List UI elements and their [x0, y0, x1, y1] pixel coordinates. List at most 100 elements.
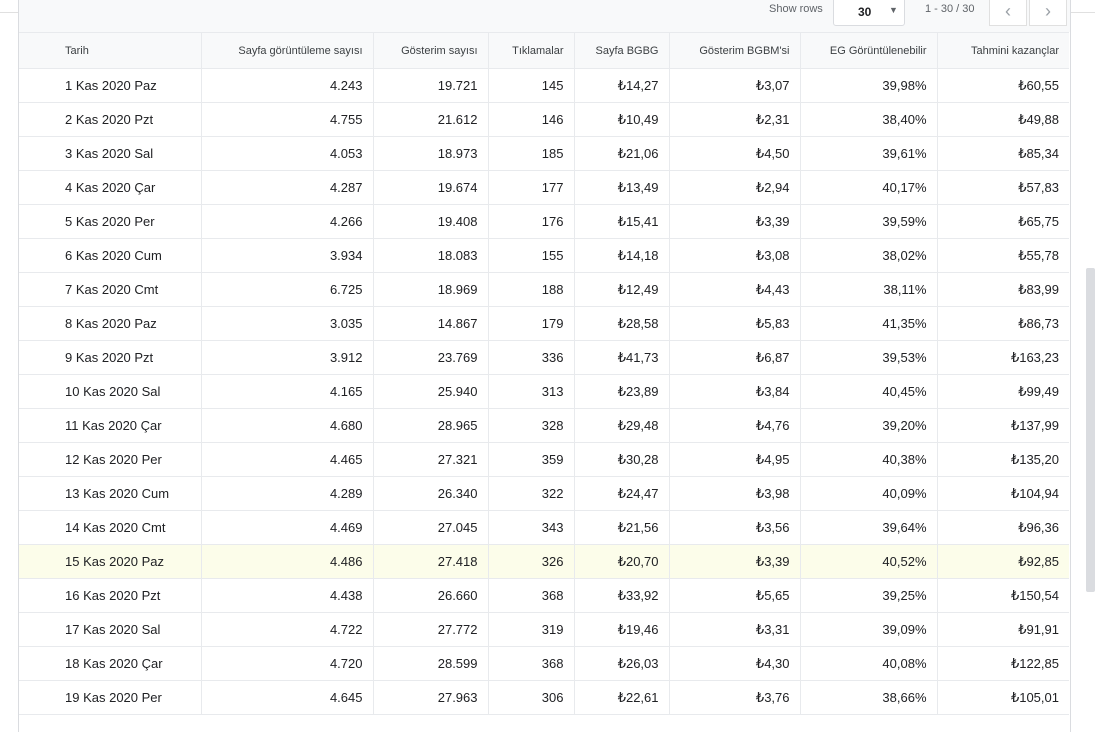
cell-impression-rpm: ₺5,65 — [669, 578, 801, 613]
cell-viewable: 39,61% — [800, 136, 938, 171]
next-page-button[interactable]: › — [1029, 0, 1067, 26]
cell-earnings: ₺137,99 — [937, 408, 1069, 443]
cell-page-views: 4.465 — [201, 442, 374, 477]
table-row[interactable]: 6 Kas 2020 Cum 3.934 18.083 155 ₺14,18 ₺3,08 3… — [19, 238, 1069, 273]
table-row[interactable]: 15 Kas 2020 Paz 4.486 27.418 326 ₺20,70 ₺3,39… — [19, 544, 1069, 579]
cell-page-rpm: ₺20,70 — [574, 544, 670, 579]
cell-clicks: 145 — [488, 68, 575, 103]
cell-impression-rpm: ₺6,87 — [669, 340, 801, 375]
vertical-scrollbar[interactable] — [1086, 268, 1095, 592]
cell-viewable: 38,02% — [800, 238, 938, 273]
cell-page-rpm: ₺22,61 — [574, 680, 670, 715]
cell-viewable: 39,09% — [800, 612, 938, 647]
cell-impressions: 18.969 — [373, 272, 489, 307]
cell-page-rpm: ₺12,49 — [574, 272, 670, 307]
table-row[interactable]: 11 Kas 2020 Çar 4.680 28.965 328 ₺29,48 ₺4,76… — [19, 408, 1069, 443]
cell-page-views: 4.486 — [201, 544, 374, 579]
cell-impressions: 18.973 — [373, 136, 489, 171]
cell-clicks: 185 — [488, 136, 575, 171]
table-row[interactable]: 2 Kas 2020 Pzt 4.755 21.612 146 ₺10,49 ₺2,31 3… — [19, 102, 1069, 137]
cell-impressions: 28.965 — [373, 408, 489, 443]
cell-date: 6 Kas 2020 Cum — [19, 238, 202, 273]
cell-page-rpm: ₺28,58 — [574, 306, 670, 341]
column-header-impressions[interactable]: Gösterim sayısı — [373, 32, 489, 69]
page-range-text: 1 - 30 / 30 — [925, 3, 975, 15]
column-header-page-rpm[interactable]: Sayfa BGBG — [574, 32, 670, 69]
cell-impressions: 26.340 — [373, 476, 489, 511]
cell-impression-rpm: ₺3,31 — [669, 612, 801, 647]
table-row[interactable]: 4 Kas 2020 Çar 4.287 19.674 177 ₺13,49 ₺2,94 4… — [19, 170, 1069, 205]
cell-impression-rpm: ₺2,31 — [669, 102, 801, 137]
table-row[interactable]: 19 Kas 2020 Per 4.645 27.963 306 ₺22,61 ₺3,76… — [19, 680, 1069, 715]
cell-viewable: 40,45% — [800, 374, 938, 409]
column-header-active-view-viewable[interactable]: EG Görüntülenebilir — [800, 32, 938, 69]
cell-clicks: 368 — [488, 578, 575, 613]
column-header-clicks[interactable]: Tıklamalar — [488, 32, 575, 69]
cell-impression-rpm: ₺3,56 — [669, 510, 801, 545]
cell-date: 16 Kas 2020 Pzt — [19, 578, 202, 613]
cell-page-rpm: ₺15,41 — [574, 204, 670, 239]
table-row[interactable]: 5 Kas 2020 Per 4.266 19.408 176 ₺15,41 ₺3,39 3… — [19, 204, 1069, 239]
column-header-page-views[interactable]: Sayfa görüntüleme sayısı — [201, 32, 374, 69]
cell-impressions: 26.660 — [373, 578, 489, 613]
table-row[interactable]: 16 Kas 2020 Pzt 4.438 26.660 368 ₺33,92 ₺5,65… — [19, 578, 1069, 613]
cell-viewable: 39,59% — [800, 204, 938, 239]
table-row[interactable]: 9 Kas 2020 Pzt 3.912 23.769 336 ₺41,73 ₺6,87 3… — [19, 340, 1069, 375]
cell-impression-rpm: ₺4,30 — [669, 646, 801, 681]
cell-impressions: 27.045 — [373, 510, 489, 545]
column-header-date[interactable]: Tarih — [19, 32, 202, 69]
cell-page-rpm: ₺26,03 — [574, 646, 670, 681]
cell-impressions: 19.674 — [373, 170, 489, 205]
cell-earnings: ₺96,36 — [937, 510, 1069, 545]
cell-clicks: 343 — [488, 510, 575, 545]
pagination-bar: Show rows 30 ▼ 1 - 30 / 30 ‹ › — [19, 0, 1070, 32]
cell-page-views: 4.287 — [201, 170, 374, 205]
cell-earnings: ₺86,73 — [937, 306, 1069, 341]
cell-impressions: 27.772 — [373, 612, 489, 647]
column-header-impression-rpm[interactable]: Gösterim BGBM'si — [669, 32, 801, 69]
cell-date: 14 Kas 2020 Cmt — [19, 510, 202, 545]
table-row[interactable]: 10 Kas 2020 Sal 4.165 25.940 313 ₺23,89 ₺3,84… — [19, 374, 1069, 409]
cell-page-views: 4.165 — [201, 374, 374, 409]
cell-viewable: 39,53% — [800, 340, 938, 375]
table-row[interactable]: 1 Kas 2020 Paz 4.243 19.721 145 ₺14,27 ₺3,07 3… — [19, 68, 1069, 103]
cell-clicks: 306 — [488, 680, 575, 715]
cell-page-rpm: ₺19,46 — [574, 612, 670, 647]
report-panel: Show rows 30 ▼ 1 - 30 / 30 ‹ › Tarih Say… — [18, 0, 1071, 732]
cell-page-views: 4.289 — [201, 476, 374, 511]
cell-page-views: 3.934 — [201, 238, 374, 273]
table-row[interactable]: 12 Kas 2020 Per 4.465 27.321 359 ₺30,28 ₺4,95… — [19, 442, 1069, 477]
column-header-estimated-earnings[interactable]: Tahmini kazançlar — [937, 32, 1069, 69]
table-row[interactable]: 13 Kas 2020 Cum 4.289 26.340 322 ₺24,47 ₺3,98… — [19, 476, 1069, 511]
cell-impressions: 27.418 — [373, 544, 489, 579]
cell-page-views: 4.243 — [201, 68, 374, 103]
rows-per-page-select[interactable]: 30 ▼ — [833, 0, 905, 26]
cell-page-views: 4.680 — [201, 408, 374, 443]
cell-clicks: 336 — [488, 340, 575, 375]
cell-clicks: 179 — [488, 306, 575, 341]
cell-earnings: ₺65,75 — [937, 204, 1069, 239]
cell-impression-rpm: ₺4,50 — [669, 136, 801, 171]
cell-date: 18 Kas 2020 Çar — [19, 646, 202, 681]
cell-viewable: 38,40% — [800, 102, 938, 137]
cell-viewable: 38,66% — [800, 680, 938, 715]
table-row[interactable]: 14 Kas 2020 Cmt 4.469 27.045 343 ₺21,56 ₺3,56… — [19, 510, 1069, 545]
table-row[interactable]: 17 Kas 2020 Sal 4.722 27.772 319 ₺19,46 ₺3,31… — [19, 612, 1069, 647]
cell-viewable: 40,17% — [800, 170, 938, 205]
table-row[interactable]: 3 Kas 2020 Sal 4.053 18.973 185 ₺21,06 ₺4,50 3… — [19, 136, 1069, 171]
cell-page-rpm: ₺10,49 — [574, 102, 670, 137]
table-row[interactable]: 8 Kas 2020 Paz 3.035 14.867 179 ₺28,58 ₺5,83 4… — [19, 306, 1069, 341]
cell-impression-rpm: ₺3,76 — [669, 680, 801, 715]
cell-date: 11 Kas 2020 Çar — [19, 408, 202, 443]
cell-page-views: 4.469 — [201, 510, 374, 545]
cell-impressions: 19.721 — [373, 68, 489, 103]
cell-clicks: 176 — [488, 204, 575, 239]
cell-clicks: 146 — [488, 102, 575, 137]
cell-earnings: ₺60,55 — [937, 68, 1069, 103]
previous-page-button[interactable]: ‹ — [989, 0, 1027, 26]
table-row[interactable]: 7 Kas 2020 Cmt 6.725 18.969 188 ₺12,49 ₺4,43 3… — [19, 272, 1069, 307]
cell-viewable: 40,52% — [800, 544, 938, 579]
cell-earnings: ₺57,83 — [937, 170, 1069, 205]
table-row[interactable]: 18 Kas 2020 Çar 4.720 28.599 368 ₺26,03 ₺4,30… — [19, 646, 1069, 681]
cell-date: 4 Kas 2020 Çar — [19, 170, 202, 205]
